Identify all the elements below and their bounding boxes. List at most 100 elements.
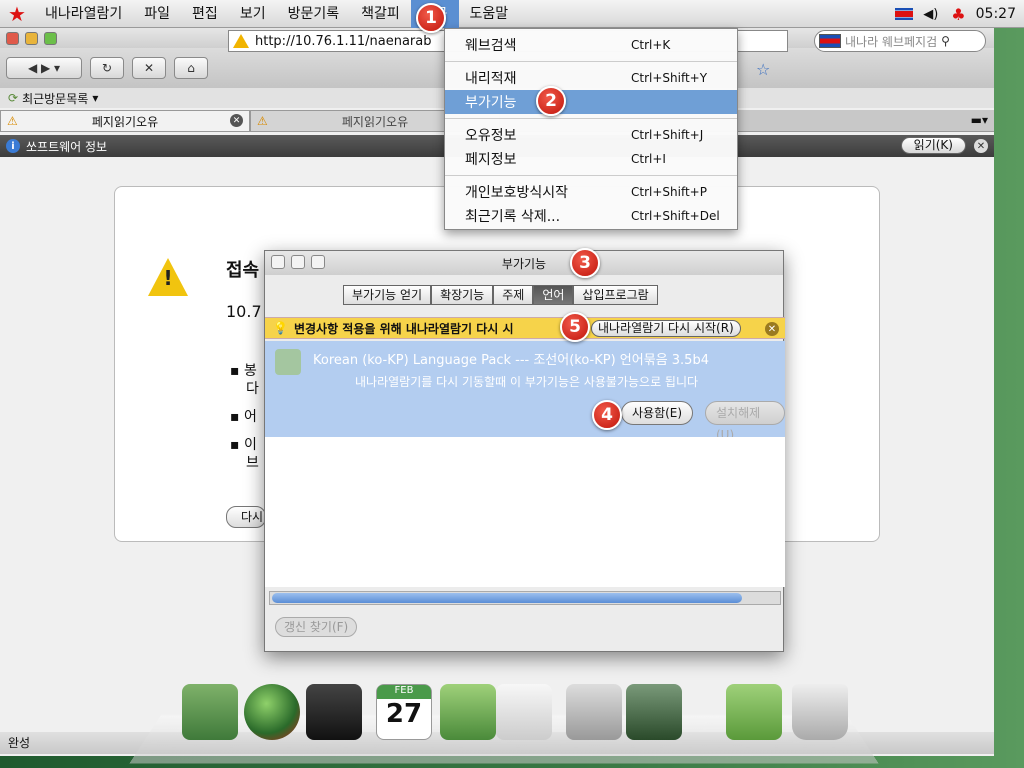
- clock[interactable]: 05:27: [976, 6, 1016, 22]
- restart-button[interactable]: 내나라열람기 다시 시작(R): [591, 320, 741, 337]
- menu-edit[interactable]: 편집: [181, 0, 229, 28]
- scroll-thumb[interactable]: [272, 593, 742, 603]
- home-button[interactable]: ⌂: [174, 57, 208, 79]
- find-updates-button[interactable]: 갱신 찾기(F): [275, 617, 357, 637]
- enable-button[interactable]: 사용함(E): [621, 401, 693, 425]
- back-forward-button[interactable]: ◀ ▶ ▾: [6, 57, 82, 79]
- info-text: 쏘프트웨어 정보: [26, 138, 107, 155]
- error-bullet: ▪ 봉: [230, 360, 257, 380]
- menu-view[interactable]: 보기: [229, 0, 277, 28]
- big-warning-mark: !: [160, 266, 176, 290]
- tab-themes[interactable]: 주제: [493, 285, 533, 305]
- addon-name: Korean (ko-KP) Language Pack --- 조선어(ko-…: [313, 349, 709, 368]
- dialog-zoom-button[interactable]: [311, 255, 325, 269]
- dialog-title: 부가기능: [502, 255, 546, 272]
- lightbulb-icon: 💡: [273, 321, 288, 335]
- puzzle-icon: [275, 349, 301, 375]
- status-text: 완성: [8, 736, 30, 750]
- menu-item-addons[interactable]: 부가기능: [445, 90, 737, 114]
- menu-app[interactable]: 내나라열람기: [34, 0, 133, 28]
- red-star-icon[interactable]: ★: [0, 2, 34, 26]
- retry-button[interactable]: 다시: [226, 506, 266, 528]
- annotation-marker: 4: [592, 400, 622, 430]
- calculator-dock-icon[interactable]: [566, 684, 622, 740]
- search-engine-icon[interactable]: [819, 34, 841, 48]
- restart-notice: 💡 변경사항 적용을 위해 내나라열람기 다시 시 내나라열람기 다시 시작(R…: [265, 317, 785, 339]
- warning-icon: ⚠: [257, 114, 268, 128]
- flag-icon[interactable]: [895, 8, 913, 20]
- reload-button[interactable]: ↻: [90, 57, 124, 79]
- read-button[interactable]: 읽기(K): [901, 137, 966, 154]
- uninstall-button[interactable]: 설치해제(U): [705, 401, 785, 425]
- menu-bookmarks[interactable]: 책갈피: [350, 0, 411, 28]
- dialog-titlebar: 부가기능: [265, 251, 783, 275]
- preview-dock-icon[interactable]: [496, 684, 552, 740]
- annotation-marker: 5: [560, 312, 590, 342]
- trash-dock-icon[interactable]: [792, 684, 848, 740]
- files-dock-icon[interactable]: [182, 684, 238, 740]
- folder-dock-icon[interactable]: [726, 684, 782, 740]
- menu-history[interactable]: 방문기록: [277, 0, 351, 28]
- minimize-window-button[interactable]: [25, 32, 38, 45]
- menu-separator: [445, 61, 737, 62]
- warning-icon: [233, 34, 249, 48]
- menu-item-downloads[interactable]: 내리적재 Ctrl+Shift+Y: [445, 66, 737, 90]
- tab-active[interactable]: ⚠ 페지읽기오유 ✕: [0, 110, 250, 131]
- error-bullet: ▪ 어: [230, 406, 257, 426]
- menu-help[interactable]: 도움말: [459, 0, 520, 28]
- annotation-marker: 1: [416, 3, 446, 33]
- error-bullet-cont: 브: [246, 452, 259, 472]
- stop-button[interactable]: ✕: [132, 57, 166, 79]
- menu-item-web-search[interactable]: 웨브검색 Ctrl+K: [445, 33, 737, 57]
- error-bullet-cont: 다: [246, 378, 259, 398]
- tools-menu: 웨브검색 Ctrl+K 내리적재 Ctrl+Shift+Y 부가기능 오유정보 Ctr…: [444, 28, 738, 230]
- menu-status-area: ◀) ♣ 05:27: [895, 0, 1024, 28]
- menu-item-private-browsing[interactable]: 개인보호방식시작 Ctrl+Shift+P: [445, 180, 737, 204]
- tab-label: 페지읽기오유: [342, 113, 408, 130]
- close-infobar-icon[interactable]: ✕: [974, 139, 988, 153]
- bookmark-star-icon[interactable]: ☆: [756, 60, 770, 79]
- recent-icon: ⟳: [8, 91, 18, 105]
- settings-dock-icon[interactable]: [626, 684, 682, 740]
- tab-list-icon[interactable]: ▬▾: [971, 113, 988, 127]
- menu-file[interactable]: 파일: [133, 0, 181, 28]
- dialog-close-button[interactable]: [271, 255, 285, 269]
- chevron-down-icon: ▾: [92, 91, 98, 105]
- error-title: 접속: [226, 256, 259, 282]
- browser-dock-icon[interactable]: [244, 684, 300, 740]
- annotation-marker: 2: [536, 86, 566, 116]
- error-bullet: ▪ 이: [230, 434, 257, 454]
- menu-item-clear-history[interactable]: 최근기록 삭제... Ctrl+Shift+Del: [445, 204, 737, 228]
- menu-separator: [445, 118, 737, 119]
- addon-description: 내나라열람기를 다시 기동할때 이 부가기능은 사용불가능으로 됩니다: [355, 373, 698, 390]
- info-icon: i: [6, 139, 20, 153]
- contacts-dock-icon[interactable]: [440, 684, 496, 740]
- tab-get-addons[interactable]: 부가기능 얻기: [343, 285, 431, 305]
- annotation-marker: 3: [570, 248, 600, 278]
- video-dock-icon[interactable]: [306, 684, 362, 740]
- menu-item-error-console[interactable]: 오유정보 Ctrl+Shift+J: [445, 123, 737, 147]
- url-text: http://10.76.1.11/naenarab: [255, 34, 431, 49]
- tab-languages[interactable]: 언어: [533, 285, 573, 305]
- dialog-minimize-button[interactable]: [291, 255, 305, 269]
- tab-label: 페지읽기오유: [92, 113, 158, 130]
- close-notice-icon[interactable]: ✕: [765, 322, 779, 336]
- speaker-icon[interactable]: ◀): [923, 7, 941, 22]
- menu-item-page-info[interactable]: 페지정보 Ctrl+I: [445, 147, 737, 171]
- magnifier-icon[interactable]: ⚲: [941, 34, 950, 48]
- menu-separator: [445, 175, 737, 176]
- close-window-button[interactable]: [6, 32, 19, 45]
- notice-text: 변경사항 적용을 위해 내나라열람기 다시 시: [294, 320, 514, 337]
- torch-icon[interactable]: ♣: [951, 5, 965, 24]
- search-input[interactable]: 내나라 웨브페지검 ⚲: [814, 30, 986, 52]
- addon-list-item[interactable]: Korean (ko-KP) Language Pack --- 조선어(ko-…: [265, 341, 785, 437]
- recent-bookmarks-menu[interactable]: 최근방문목록: [22, 90, 88, 107]
- addons-tabs: 부가기능 얻기 확장기능 주제 언어 삽입프로그람: [343, 285, 658, 305]
- search-placeholder: 내나라 웨브페지검: [845, 33, 937, 50]
- close-tab-icon[interactable]: ✕: [230, 114, 243, 127]
- tab-extensions[interactable]: 확장기능: [431, 285, 493, 305]
- horizontal-scrollbar[interactable]: [269, 591, 781, 605]
- zoom-window-button[interactable]: [44, 32, 57, 45]
- tab-plugins[interactable]: 삽입프로그람: [573, 285, 657, 305]
- calendar-dock-icon[interactable]: FEB 27: [376, 684, 432, 740]
